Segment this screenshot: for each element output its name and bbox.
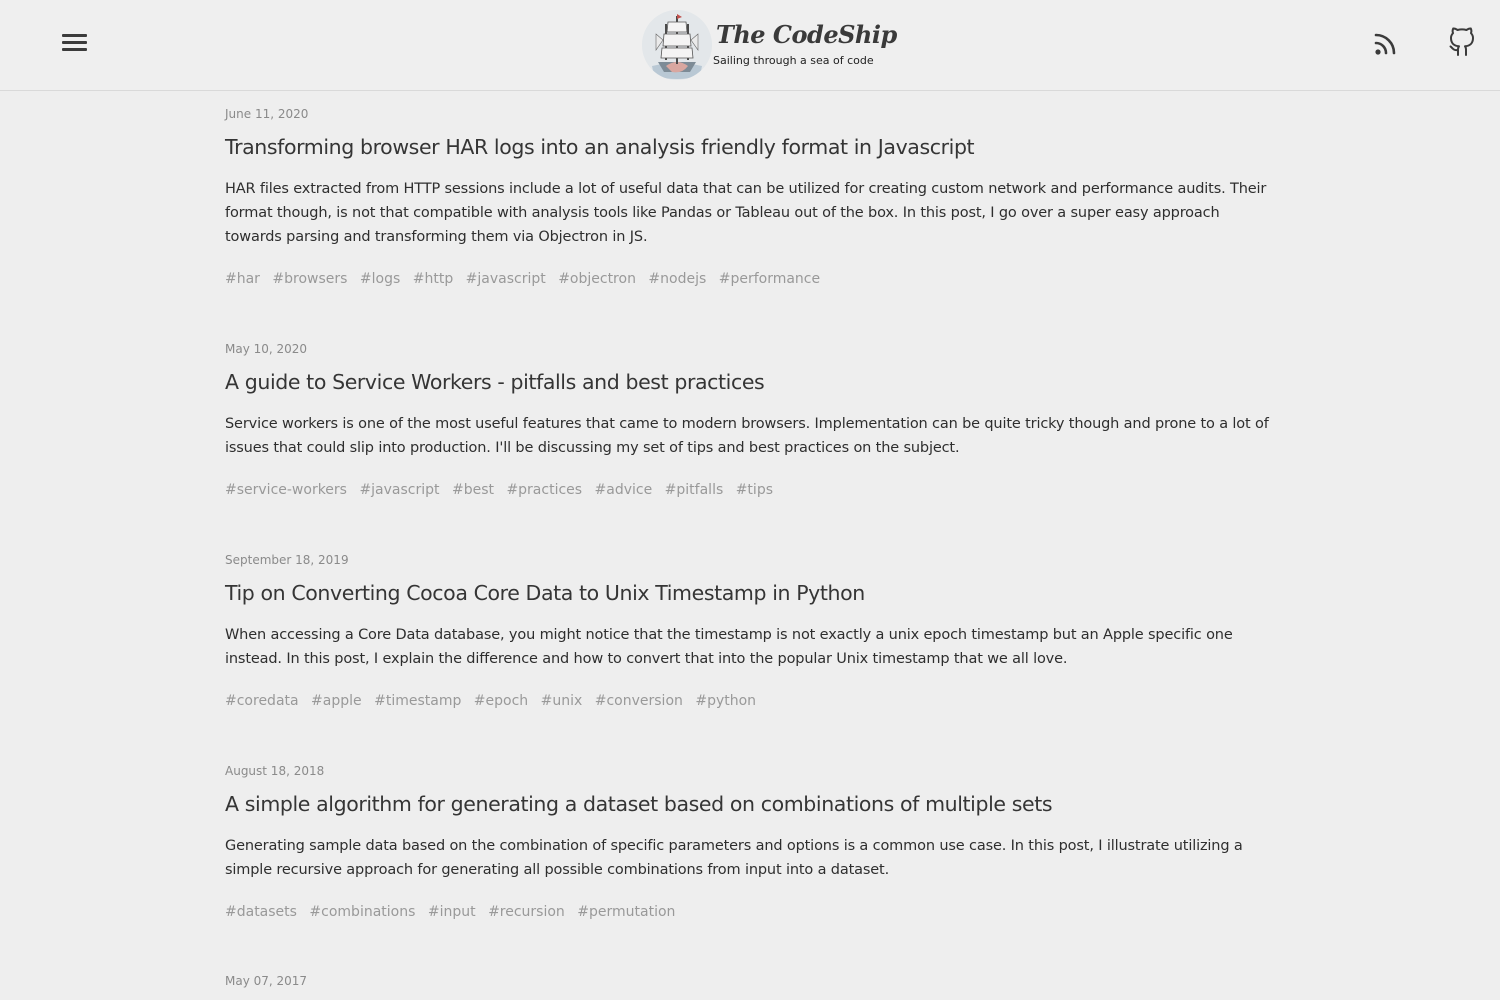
tag-link[interactable]: #timestamp <box>374 693 461 709</box>
tag-link[interactable]: #epoch <box>474 693 528 709</box>
tag-link[interactable]: #nodejs <box>648 271 706 287</box>
site-header: The CodeShip Sailing through a sea of co… <box>0 0 1500 91</box>
hamburger-menu-icon[interactable] <box>59 26 91 58</box>
tag-link[interactable]: #pitfalls <box>665 482 724 498</box>
post-item: May 10, 2020 A guide to Service Workers … <box>225 341 1270 500</box>
rss-icon[interactable] <box>1371 25 1403 59</box>
tag-link[interactable]: #tips <box>736 482 773 498</box>
tag-link[interactable]: #permutation <box>577 904 675 920</box>
tag-link[interactable]: #objectron <box>558 271 636 287</box>
post-title-link[interactable]: Tip on Converting Cocoa Core Data to Uni… <box>225 580 1270 606</box>
tag-link[interactable]: #unix <box>541 693 583 709</box>
post-date: June 11, 2020 <box>225 107 309 121</box>
tag-link[interactable]: #practices <box>506 482 582 498</box>
post-summary: HAR files extracted from HTTP sessions i… <box>225 181 1267 245</box>
post-item: June 11, 2020 Transforming browser HAR l… <box>225 106 1270 289</box>
tag-link[interactable]: #logs <box>360 271 400 287</box>
tag-link[interactable]: #conversion <box>595 693 683 709</box>
tag-link[interactable]: #service-workers <box>225 482 347 498</box>
tag-link[interactable]: #recursion <box>488 904 565 920</box>
tag-link[interactable]: #datasets <box>225 904 297 920</box>
post-tags: #service-workers #javascript #best #prac… <box>225 480 1270 500</box>
site-title[interactable]: The CodeShip <box>713 20 897 50</box>
post-summary: Service workers is one of the most usefu… <box>225 416 1269 456</box>
post-item: May 07, 2017 <box>225 973 1270 989</box>
post-title-link[interactable]: A guide to Service Workers - pitfalls an… <box>225 369 1270 395</box>
post-tags: #coredata #apple #timestamp #epoch #unix… <box>225 691 1270 711</box>
post-item: August 18, 2018 A simple algorithm for g… <box>225 763 1270 922</box>
tag-link[interactable]: #apple <box>311 693 362 709</box>
site-brand[interactable]: The CodeShip Sailing through a sea of co… <box>642 9 897 81</box>
post-title-link[interactable]: Transforming browser HAR logs into an an… <box>225 134 1270 160</box>
post-tags: #har #browsers #logs #http #javascript #… <box>225 269 1270 289</box>
post-date: September 18, 2019 <box>225 553 349 567</box>
post-summary: When accessing a Core Data database, you… <box>225 627 1233 667</box>
tag-link[interactable]: #input <box>428 904 476 920</box>
tag-link[interactable]: #javascript <box>466 271 546 287</box>
ship-logo-icon <box>642 10 712 80</box>
tag-link[interactable]: #browsers <box>272 271 347 287</box>
tag-link[interactable]: #http <box>413 271 453 287</box>
post-date: May 07, 2017 <box>225 974 308 988</box>
site-tagline: Sailing through a sea of code <box>713 53 874 67</box>
github-icon[interactable] <box>1446 25 1478 59</box>
post-summary: Generating sample data based on the comb… <box>225 838 1243 878</box>
tag-link[interactable]: #advice <box>595 482 653 498</box>
tag-link[interactable]: #best <box>452 482 494 498</box>
tag-link[interactable]: #performance <box>719 271 820 287</box>
tag-link[interactable]: #har <box>225 271 260 287</box>
post-date: August 18, 2018 <box>225 764 325 778</box>
tag-link[interactable]: #coredata <box>225 693 299 709</box>
post-item: September 18, 2019 Tip on Converting Coc… <box>225 552 1270 711</box>
post-date: May 10, 2020 <box>225 342 308 356</box>
post-tags: #datasets #combinations #input #recursio… <box>225 902 1270 922</box>
tag-link[interactable]: #javascript <box>359 482 439 498</box>
tag-link[interactable]: #combinations <box>309 904 415 920</box>
tag-link[interactable]: #python <box>695 693 756 709</box>
post-title-link[interactable]: A simple algorithm for generating a data… <box>225 791 1270 817</box>
